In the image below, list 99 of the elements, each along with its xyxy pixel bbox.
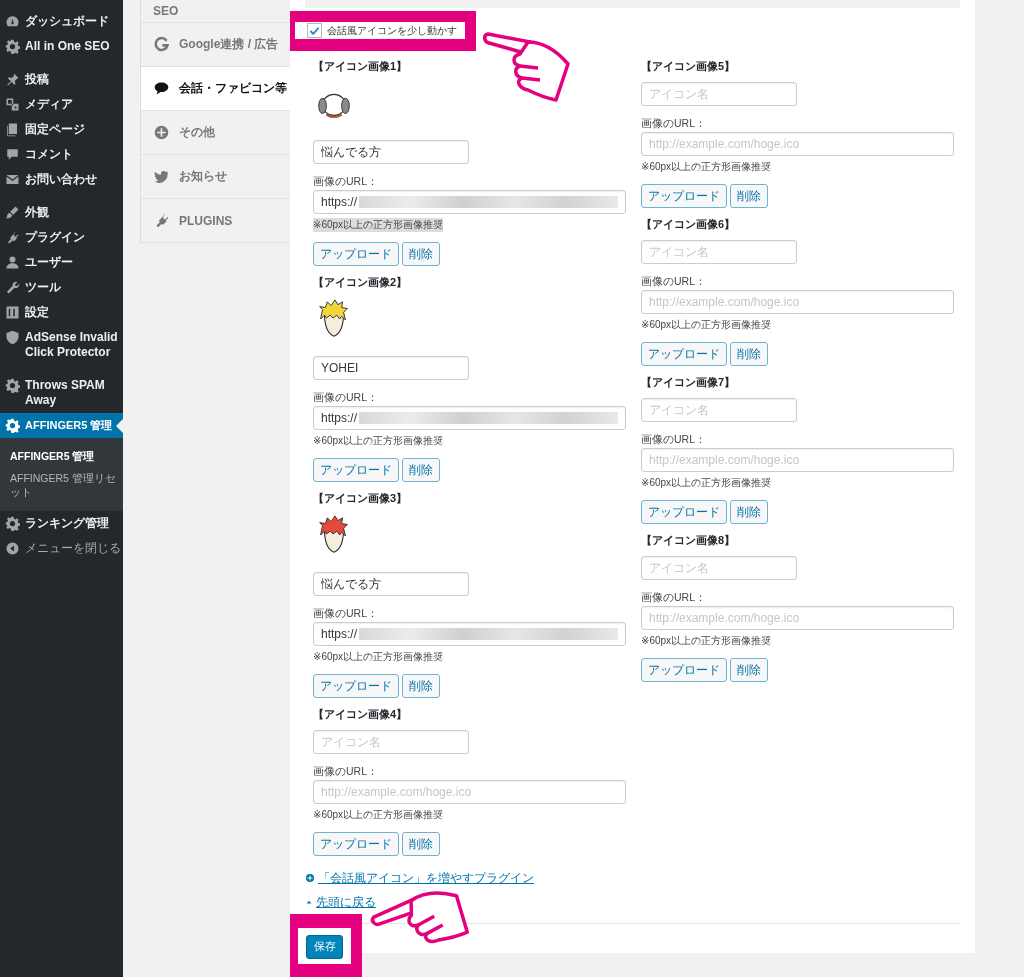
url-field[interactable]: https:// — [313, 190, 626, 214]
upload-button[interactable]: アップロード — [641, 658, 727, 682]
gear-icon — [5, 39, 20, 54]
delete-button[interactable]: 削除 — [402, 832, 440, 856]
envelope-icon — [5, 172, 20, 187]
sidebar-item[interactable]: Throws SPAM Away — [0, 373, 123, 413]
icon-heading: 【アイコン画像7】 — [641, 375, 737, 390]
field-label: 画像のURL： — [313, 390, 379, 404]
url-field[interactable]: http://example.com/hoge.ico — [313, 780, 626, 804]
sliders-icon — [5, 305, 20, 320]
hint-text: ※60px以上の正方形画像推奨 — [313, 218, 444, 232]
shield-icon — [5, 330, 20, 345]
save-button[interactable]: 保存 — [306, 935, 343, 959]
url-field[interactable]: http://example.com/hoge.ico — [641, 448, 954, 472]
delete-button[interactable]: 削除 — [730, 184, 768, 208]
hint-text: ※60px以上の正方形画像推奨 — [641, 476, 772, 490]
speech-bubble-icon — [153, 80, 170, 97]
sidebar-item[interactable]: ユーザー — [0, 250, 123, 275]
sidebar-item[interactable]: 外観 — [0, 200, 123, 225]
sidebar-item[interactable]: AFFINGER5 管理 — [0, 413, 123, 438]
submenu-item[interactable]: AFFINGER5 管理リセット — [0, 467, 123, 503]
hint-text: ※60px以上の正方形画像推奨 — [641, 634, 772, 648]
name-field[interactable]: YOHEI — [313, 356, 469, 380]
link[interactable]: 先頭に戻る — [316, 893, 376, 911]
submenu-item[interactable]: AFFINGER5 管理 — [0, 445, 123, 467]
delete-button[interactable]: 削除 — [402, 674, 440, 698]
icon-heading: 【アイコン画像3】 — [313, 491, 409, 506]
upload-button[interactable]: アップロード — [313, 674, 399, 698]
sidebar-item[interactable]: 投稿 — [0, 67, 123, 92]
field-label: 画像のURL： — [313, 764, 379, 778]
icon-heading: 【アイコン画像2】 — [313, 275, 409, 290]
hint-text: ※60px以上の正方形画像推奨 — [313, 434, 444, 448]
icon-heading: 【アイコン画像4】 — [313, 707, 409, 722]
field-label: 画像のURL： — [313, 606, 379, 620]
delete-button[interactable]: 削除 — [402, 458, 440, 482]
delete-button[interactable]: 削除 — [730, 342, 768, 366]
url-field[interactable]: http://example.com/hoge.ico — [641, 290, 954, 314]
settings-tab[interactable]: 会話・ファビコン等 — [141, 67, 290, 111]
media-icon — [5, 97, 20, 112]
url-field[interactable]: https:// — [313, 406, 626, 430]
upload-button[interactable]: アップロード — [641, 184, 727, 208]
collapse-icon — [5, 541, 20, 556]
sidebar-item[interactable]: プラグイン — [0, 225, 123, 250]
sidebar-item[interactable]: 設定 — [0, 300, 123, 325]
upload-button[interactable]: アップロード — [313, 832, 399, 856]
gear-icon — [5, 378, 20, 393]
gear-icon — [5, 418, 20, 433]
checkbox[interactable] — [307, 23, 322, 38]
caret-up-icon — [305, 898, 313, 906]
pin-icon — [5, 72, 20, 87]
hint-text: ※60px以上の正方形画像推奨 — [313, 650, 444, 664]
icon-heading: 【アイコン画像6】 — [641, 217, 737, 232]
pages-icon — [5, 122, 20, 137]
field-label: 画像のURL： — [641, 590, 707, 604]
plus-icon — [305, 873, 315, 883]
url-field[interactable]: https:// — [313, 622, 626, 646]
upload-button[interactable]: アップロード — [641, 500, 727, 524]
icon-heading: 【アイコン画像5】 — [641, 59, 737, 74]
name-field[interactable]: 悩んでる方 — [313, 140, 469, 164]
sidebar-item[interactable]: 固定ページ — [0, 117, 123, 142]
icon-heading: 【アイコン画像1】 — [313, 59, 409, 74]
icon-heading: 【アイコン画像8】 — [641, 533, 737, 548]
upload-button[interactable]: アップロード — [313, 242, 399, 266]
sidebar-item[interactable]: All in One SEO — [0, 34, 123, 59]
dashboard-icon — [5, 14, 20, 29]
sidebar-item[interactable]: AdSense Invalid Click Protector — [0, 325, 123, 365]
wrench-icon — [5, 280, 20, 295]
sidebar-item[interactable]: メディア — [0, 92, 123, 117]
sidebar-item[interactable]: コメント — [0, 142, 123, 167]
sidebar-item[interactable]: ツール — [0, 275, 123, 300]
field-label: 画像のURL： — [641, 274, 707, 288]
delete-button[interactable]: 削除 — [730, 658, 768, 682]
checkbox-label: 会話風アイコンを少し動かす — [327, 23, 457, 38]
name-field[interactable]: 悩んでる方 — [313, 572, 469, 596]
sidebar-item[interactable]: ダッシュボード — [0, 9, 123, 34]
sidebar-item[interactable]: ランキング管理 — [0, 511, 123, 536]
link[interactable]: 「会話風アイコン」を増やすプラグイン — [318, 869, 534, 887]
delete-button[interactable]: 削除 — [402, 242, 440, 266]
url-field[interactable]: http://example.com/hoge.ico — [641, 132, 954, 156]
hint-text: ※60px以上の正方形画像推奨 — [313, 808, 444, 822]
sidebar-item[interactable]: メニューを閉じる — [0, 536, 123, 561]
field-label: 画像のURL： — [641, 116, 707, 130]
bird-icon — [153, 168, 170, 185]
plus-icon — [153, 124, 170, 141]
hint-text: ※60px以上の正方形画像推奨 — [641, 160, 772, 174]
url-field[interactable]: http://example.com/hoge.ico — [641, 606, 954, 630]
plug-icon — [153, 212, 170, 229]
sidebar-item[interactable]: お問い合わせ — [0, 167, 123, 192]
g-icon — [153, 36, 170, 53]
brush-icon — [5, 205, 20, 220]
gear-icon — [5, 516, 20, 531]
field-label: 画像のURL： — [641, 432, 707, 446]
field-label: 画像のURL： — [313, 174, 379, 188]
comment-icon — [5, 147, 20, 162]
delete-button[interactable]: 削除 — [730, 500, 768, 524]
hint-text: ※60px以上の正方形画像推奨 — [641, 318, 772, 332]
upload-button[interactable]: アップロード — [641, 342, 727, 366]
user-icon — [5, 255, 20, 270]
upload-button[interactable]: アップロード — [313, 458, 399, 482]
